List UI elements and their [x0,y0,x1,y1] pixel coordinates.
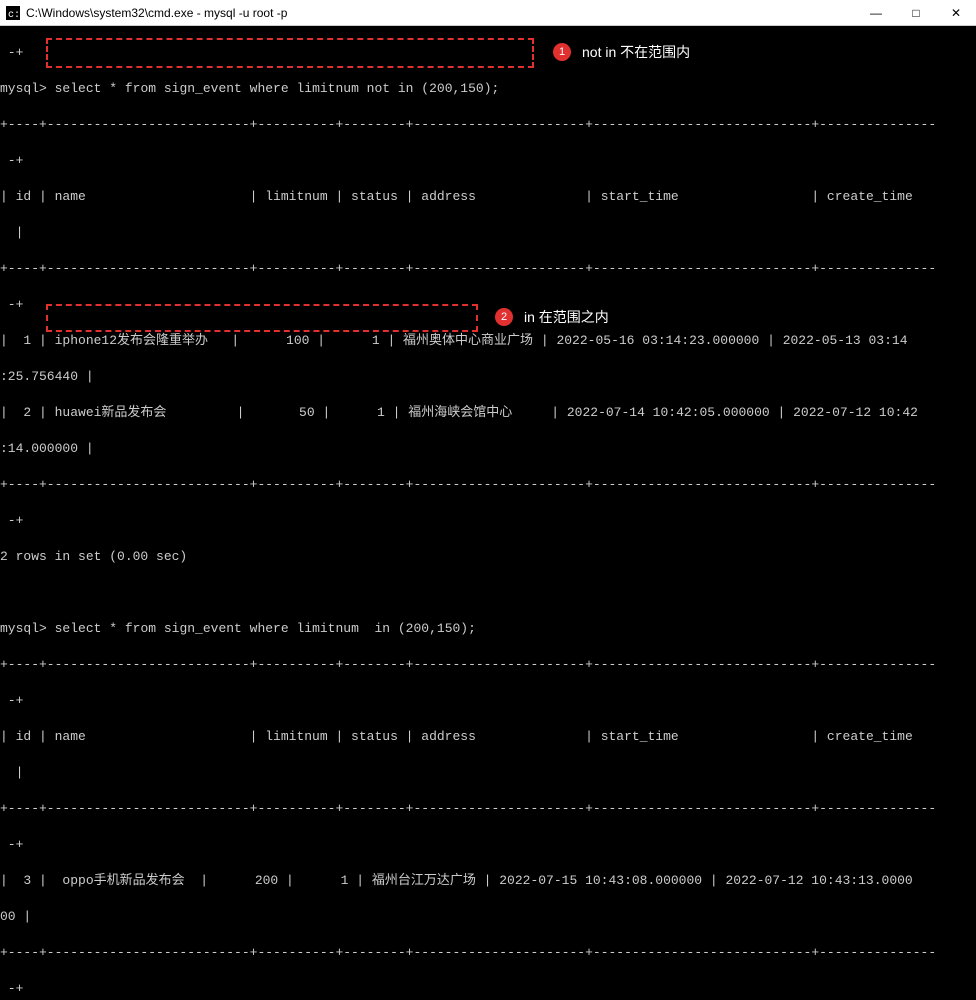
divider-line: +----+--------------------------+-------… [0,656,976,674]
header-row: | id | name | limitnum | status | addres… [0,188,976,206]
window-titlebar: c: C:\Windows\system32\cmd.exe - mysql -… [0,0,976,26]
prompt: mysql> [0,81,47,96]
divider-line: | [0,764,976,782]
divider-line: -+ [0,152,976,170]
divider-line: -+ [0,512,976,530]
divider-line: -+ [0,44,976,62]
divider-line: +----+--------------------------+-------… [0,260,976,278]
table-row-wrap: :25.756440 | [0,368,976,386]
divider-line: -+ [0,980,976,998]
annotation-badge-1: 1 [553,43,571,61]
terminal-content[interactable]: -+ mysql> select * from sign_event where… [0,26,976,1000]
maximize-button[interactable]: □ [896,0,936,26]
close-button[interactable]: ✕ [936,0,976,26]
table-row-wrap: :14.000000 | [0,440,976,458]
sql-query-1: select * from sign_event where limitnum … [55,81,500,96]
divider-line: -+ [0,692,976,710]
divider-line: +----+--------------------------+-------… [0,944,976,962]
minimize-button[interactable]: — [856,0,896,26]
divider-line: | [0,224,976,242]
query-line: mysql> select * from sign_event where li… [0,620,976,638]
blank-line [0,584,976,602]
prompt: mysql> [0,621,47,636]
sql-query-2: select * from sign_event where limitnum … [55,621,476,636]
window-controls: — □ ✕ [856,0,976,26]
table-row: | 1 | iphone12发布会隆重举办 | 100 | 1 | 福州奥体中心… [0,332,976,350]
annotation-text-2: in 在范围之内 [524,308,609,326]
header-row: | id | name | limitnum | status | addres… [0,728,976,746]
divider-line: +----+--------------------------+-------… [0,800,976,818]
divider-line: -+ [0,296,976,314]
annotation-text-1: not in 不在范围内 [582,43,690,61]
table-row: | 2 | huawei新品发布会 | 50 | 1 | 福州海峡会馆中心 | … [0,404,976,422]
divider-line: +----+--------------------------+-------… [0,116,976,134]
annotation-badge-2: 2 [495,308,513,326]
table-row-wrap: 00 | [0,908,976,926]
table-row: | 3 | oppo手机新品发布会 | 200 | 1 | 福州台江万达广场 |… [0,872,976,890]
query-line: mysql> select * from sign_event where li… [0,80,976,98]
result-footer: 2 rows in set (0.00 sec) [0,548,976,566]
window-title: C:\Windows\system32\cmd.exe - mysql -u r… [26,6,856,20]
divider-line: +----+--------------------------+-------… [0,476,976,494]
svg-text:c:: c: [8,10,20,20]
cmd-icon: c: [6,6,20,20]
divider-line: -+ [0,836,976,854]
